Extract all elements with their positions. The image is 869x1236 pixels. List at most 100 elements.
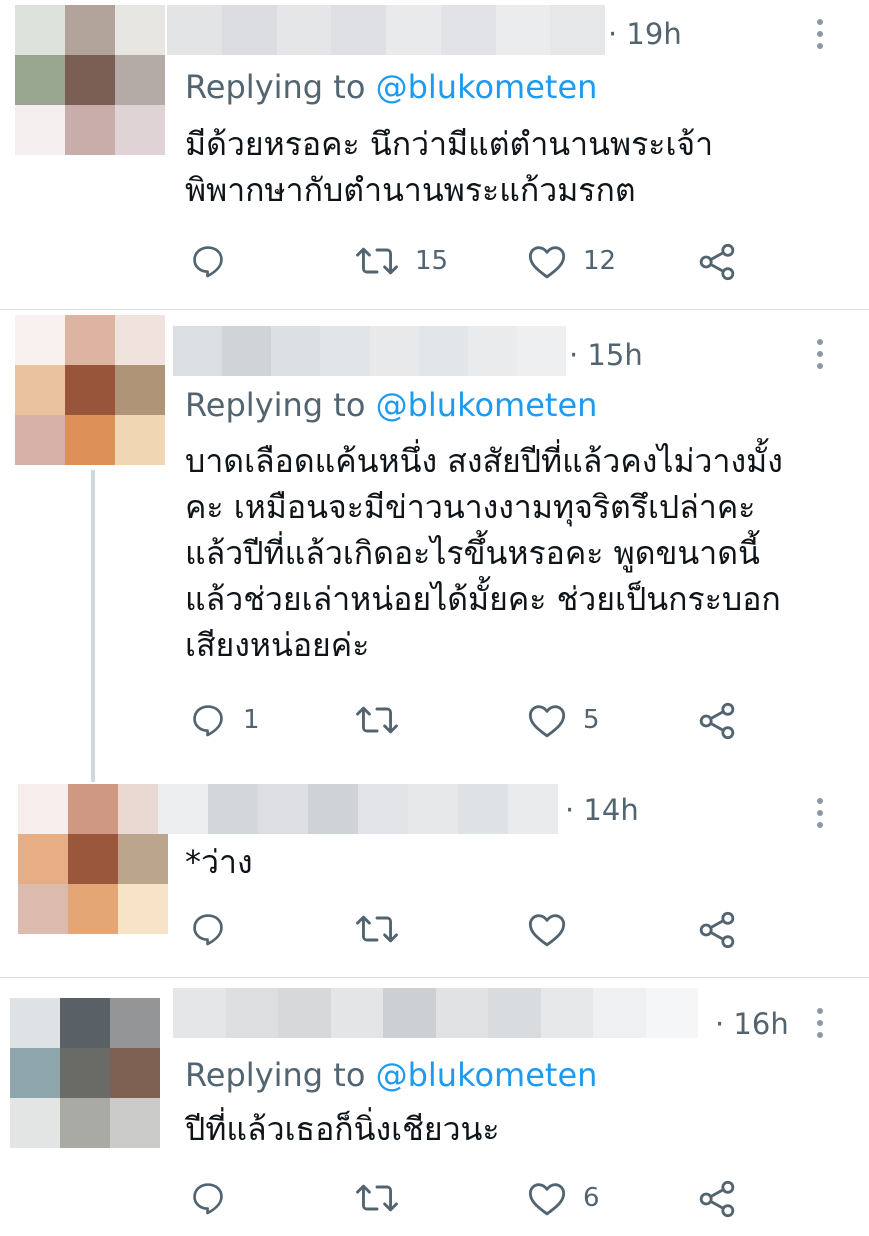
avatar-pixel — [15, 415, 65, 465]
retweet-icon — [356, 247, 398, 275]
tweet-text-line: พิพากษากับตำนานพระแก้วมรกต — [185, 171, 636, 209]
reply-handle-link[interactable]: @blukometen — [376, 1056, 598, 1094]
avatar-pixel — [65, 315, 115, 365]
more-icon[interactable] — [817, 798, 825, 828]
like-button[interactable]: 5 — [527, 701, 600, 739]
avatar-pixel — [10, 1098, 60, 1148]
heart-icon — [528, 246, 566, 279]
avatar-pixel — [60, 998, 110, 1048]
tweet-text-line: มีด้วยหรอคะ นึกว่ามีแต่ตำนานพระเจ้า — [185, 125, 714, 163]
retweet-button[interactable] — [355, 1179, 415, 1217]
reply-button[interactable] — [189, 910, 243, 948]
timestamp[interactable]: · 15h — [569, 338, 643, 372]
share-button[interactable] — [697, 1179, 737, 1219]
avatar[interactable] — [18, 784, 168, 934]
retweet-button[interactable]: 15 — [355, 242, 448, 280]
reply-count: 1 — [243, 705, 260, 735]
like-button[interactable] — [527, 910, 583, 948]
share-button[interactable] — [697, 701, 737, 741]
share-icon — [699, 1180, 735, 1218]
more-icon[interactable] — [817, 339, 825, 369]
tweet-3[interactable]: · 14h *ว่าง — [0, 782, 869, 977]
share-icon — [699, 702, 735, 740]
retweet-icon — [356, 915, 398, 943]
avatar-pixel — [65, 365, 115, 415]
heart-icon — [528, 1183, 566, 1216]
tweet-text: *ว่าง — [185, 839, 253, 885]
reply-button[interactable] — [189, 1179, 243, 1217]
avatar-pixel — [18, 784, 68, 834]
heart-icon — [528, 705, 566, 738]
blurred-user-name — [173, 326, 566, 376]
avatar-pixel — [15, 365, 65, 415]
blurred-user-name — [158, 784, 558, 834]
tweet-text-line: แล้วช่วยเล่าหน่อยได้มั้ยคะ ช่วยเป็นกระบอ… — [185, 580, 781, 618]
avatar-pixel — [65, 55, 115, 105]
retweet-icon — [356, 1184, 398, 1212]
tweet-text-line: บาดเลือดแค้นหนึ่ง สงสัยปีที่แล้วคงไม่วาง… — [185, 442, 783, 480]
avatar-pixel — [60, 1098, 110, 1148]
avatar-pixel — [118, 884, 168, 934]
avatar-pixel — [115, 5, 165, 55]
more-icon[interactable] — [817, 19, 825, 49]
avatar-pixel — [10, 998, 60, 1048]
avatar-pixel — [15, 5, 65, 55]
retweet-count: 15 — [415, 246, 449, 276]
reply-button[interactable] — [189, 242, 243, 280]
avatar-pixel — [15, 55, 65, 105]
retweet-button[interactable] — [355, 910, 415, 948]
timestamp[interactable]: · 19h — [608, 17, 682, 51]
avatar-pixel — [68, 784, 118, 834]
avatar-pixel — [115, 365, 165, 415]
tweet-4[interactable]: · 16h Replying to @blukometen ปีที่แล้วเ… — [0, 978, 869, 1236]
avatar-pixel — [15, 105, 65, 155]
tweet-text-line: *ว่าง — [185, 843, 253, 881]
avatar-pixel — [18, 834, 68, 884]
avatar-pixel — [68, 884, 118, 934]
share-icon — [699, 243, 735, 281]
tweet-2[interactable]: · 15h Replying to @blukometen บาดเลือดแค… — [0, 310, 869, 780]
avatar-pixel — [65, 5, 115, 55]
blurred-user-name — [167, 5, 605, 55]
blurred-user-name — [173, 988, 698, 1038]
avatar-pixel — [15, 315, 65, 365]
avatar-pixel — [68, 834, 118, 884]
reply-button[interactable]: 1 — [189, 701, 260, 739]
like-count: 6 — [583, 1183, 600, 1213]
like-button[interactable]: 12 — [527, 242, 616, 280]
avatar-pixel — [115, 415, 165, 465]
retweet-icon — [356, 706, 398, 734]
reply-icon — [193, 705, 223, 737]
heart-icon — [528, 914, 566, 947]
avatar-pixel — [65, 415, 115, 465]
avatar[interactable] — [10, 998, 160, 1148]
replying-to-label: Replying to — [185, 1056, 376, 1094]
avatar-pixel — [110, 1048, 160, 1098]
tweet-text: มีด้วยหรอคะ นึกว่ามีแต่ตำนานพระเจ้า พิพา… — [185, 121, 713, 213]
like-button[interactable]: 6 — [527, 1179, 600, 1217]
share-icon — [699, 911, 735, 949]
replying-to-label: Replying to — [185, 68, 376, 106]
avatar-pixel — [10, 1048, 60, 1098]
more-icon[interactable] — [817, 1008, 825, 1038]
thread-connector-line — [91, 470, 95, 782]
avatar-pixel — [18, 884, 68, 934]
share-button[interactable] — [697, 242, 737, 282]
avatar[interactable] — [15, 315, 165, 465]
replying-to: Replying to @blukometen — [185, 386, 597, 424]
timestamp[interactable]: · 14h — [565, 793, 639, 827]
reply-handle-link[interactable]: @blukometen — [376, 68, 598, 106]
avatar-pixel — [110, 1098, 160, 1148]
reply-icon — [193, 1183, 223, 1215]
tweet-text: บาดเลือดแค้นหนึ่ง สงสัยปีที่แล้วคงไม่วาง… — [185, 438, 783, 668]
reply-icon — [193, 914, 223, 946]
share-button[interactable] — [697, 910, 737, 950]
reply-icon — [193, 246, 223, 278]
tweet-text: ปีที่แล้วเธอก็นิ่งเชียวนะ — [185, 1106, 500, 1152]
retweet-button[interactable] — [355, 701, 415, 739]
avatar-pixel — [118, 834, 168, 884]
avatar[interactable] — [15, 5, 165, 155]
reply-handle-link[interactable]: @blukometen — [376, 386, 598, 424]
tweet-1[interactable]: · 19h Replying to @blukometen มีด้วยหรอค… — [0, 0, 869, 308]
timestamp[interactable]: · 16h — [715, 1007, 789, 1041]
